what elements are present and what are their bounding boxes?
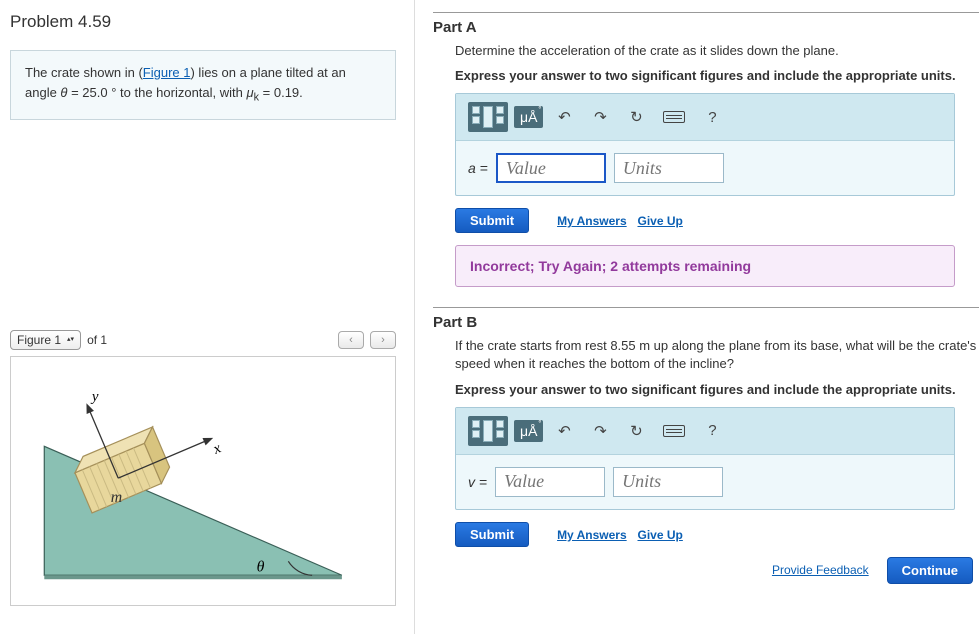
prev-figure-button[interactable]: ‹ — [338, 331, 364, 349]
part-b-variable: v = — [468, 474, 487, 490]
part-b-give-up-link[interactable]: Give Up — [638, 528, 683, 542]
units-button[interactable]: μÅ° — [514, 106, 543, 128]
part-b-title: Part B — [433, 314, 979, 331]
figure-link[interactable]: Figure 1 — [143, 65, 191, 80]
fig-theta-label: θ — [257, 558, 265, 575]
part-a-answer-box: μÅ° ↶ ↷ ↻ ? a = — [455, 93, 955, 196]
part-a-title: Part A — [433, 19, 979, 36]
problem-title: Problem 4.59 — [10, 12, 396, 32]
part-b-submit-button[interactable]: Submit — [455, 522, 529, 547]
part-b-units-input[interactable] — [613, 467, 723, 497]
reset-icon[interactable]: ↻ — [621, 104, 651, 130]
undo-icon[interactable]: ↶ — [549, 104, 579, 130]
part-a-units-input[interactable] — [614, 153, 724, 183]
mu-symbol: μ — [246, 85, 253, 100]
continue-button[interactable]: Continue — [887, 557, 973, 584]
part-b-instructions: Express your answer to two significant f… — [455, 382, 979, 397]
help-icon[interactable]: ? — [697, 418, 727, 444]
stmt-text: = 0.19. — [259, 85, 303, 100]
templates-button[interactable] — [468, 416, 508, 446]
templates-button[interactable] — [468, 102, 508, 132]
provide-feedback-link[interactable]: Provide Feedback — [772, 563, 869, 577]
next-figure-button[interactable]: › — [370, 331, 396, 349]
divider — [433, 307, 979, 308]
redo-icon[interactable]: ↷ — [585, 104, 615, 130]
part-b-my-answers-link[interactable]: My Answers — [557, 528, 627, 542]
part-a-submit-button[interactable]: Submit — [455, 208, 529, 233]
part-a-variable: a = — [468, 160, 488, 176]
undo-icon[interactable]: ↶ — [549, 418, 579, 444]
part-a-prompt: Determine the acceleration of the crate … — [455, 42, 979, 60]
part-b-prompt: If the crate starts from rest 8.55 m up … — [455, 337, 979, 373]
toolbar: μÅ° ↶ ↷ ↻ ? — [456, 408, 954, 455]
stepper-icon[interactable]: ▴▾ — [67, 337, 74, 343]
redo-icon[interactable]: ↷ — [585, 418, 615, 444]
part-a-value-input[interactable] — [496, 153, 606, 183]
stmt-text: The crate shown in ( — [25, 65, 143, 80]
part-a-instructions: Express your answer to two significant f… — [455, 68, 979, 83]
part-b-value-input[interactable] — [495, 467, 605, 497]
fig-m-label: m — [111, 488, 122, 505]
toolbar: μÅ° ↶ ↷ ↻ ? — [456, 94, 954, 141]
part-a-my-answers-link[interactable]: My Answers — [557, 214, 627, 228]
part-a-give-up-link[interactable]: Give Up — [638, 214, 683, 228]
stmt-text: = 25.0 ° to the horizontal, with — [67, 85, 246, 100]
figure-count: of 1 — [87, 333, 107, 347]
divider — [433, 12, 979, 13]
figure-selector[interactable]: Figure 1 ▴▾ — [10, 330, 81, 350]
problem-statement: The crate shown in (Figure 1) lies on a … — [10, 50, 396, 120]
figure-image: θ x y — [10, 356, 396, 606]
part-a-feedback: Incorrect; Try Again; 2 attempts remaini… — [455, 245, 955, 287]
help-icon[interactable]: ? — [697, 104, 727, 130]
fig-y-label: y — [90, 388, 99, 404]
fig-x-label: x — [210, 440, 224, 458]
keyboard-icon[interactable] — [657, 104, 691, 130]
figure-selector-label: Figure 1 — [17, 333, 61, 347]
reset-icon[interactable]: ↻ — [621, 418, 651, 444]
keyboard-icon[interactable] — [657, 418, 691, 444]
units-button[interactable]: μÅ° — [514, 420, 543, 442]
part-b-answer-box: μÅ° ↶ ↷ ↻ ? v = — [455, 407, 955, 510]
